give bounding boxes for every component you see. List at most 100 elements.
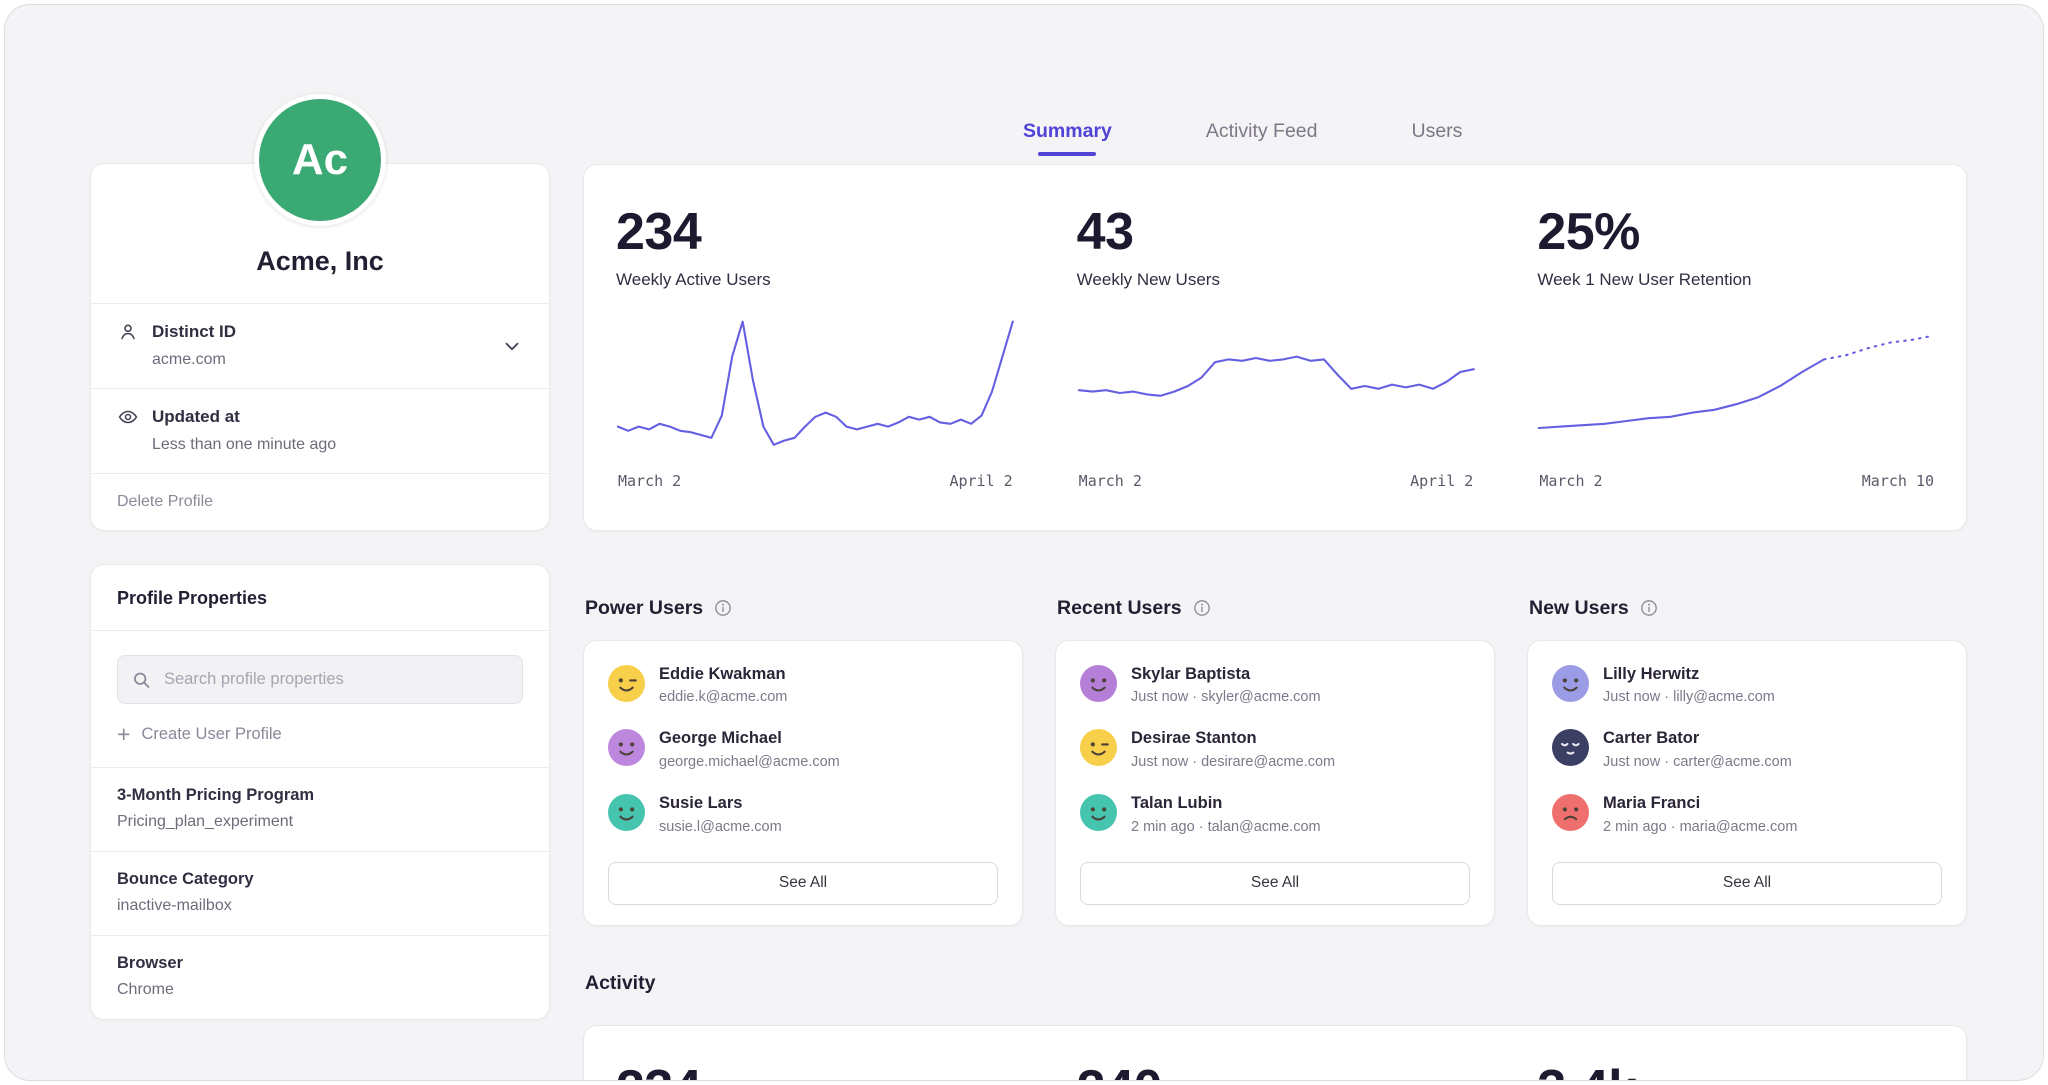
user-row[interactable]: Skylar Baptista Just now · skyler@acme.co… bbox=[1080, 665, 1470, 706]
user-text: Eddie Kwakman eddie.k@acme.com bbox=[659, 665, 787, 706]
user-name: Maria Franci bbox=[1603, 794, 1797, 814]
search-profile-properties-input[interactable] bbox=[117, 655, 523, 704]
user-row[interactable]: George Michaelgeorge.michael@acme.com bbox=[608, 729, 998, 770]
profile-property-row-browser: BrowserChrome bbox=[91, 935, 549, 1019]
see-all-button[interactable]: See All bbox=[1552, 862, 1942, 905]
metric-label: Weekly New Users bbox=[1077, 270, 1476, 290]
user-row[interactable]: Carter BatorJust now · carter@acme.com bbox=[1552, 729, 1942, 770]
user-detail: susie.l@acme.com bbox=[659, 819, 782, 835]
chart-x-axis: March 2 April 2 bbox=[616, 466, 1015, 530]
delete-profile-row: Delete Profile bbox=[91, 473, 549, 530]
user-detail: 2 min ago · maria@acme.com bbox=[1603, 819, 1797, 835]
activity-section-title: Activity bbox=[585, 972, 1967, 995]
user-row[interactable]: Lilly Herwitz Just now · lilly@acme.com bbox=[1552, 665, 1942, 706]
profile-property-value: Chrome bbox=[117, 981, 523, 999]
avatar bbox=[1552, 665, 1589, 702]
chevron-down-icon[interactable] bbox=[501, 335, 523, 357]
profile-property-label: 3-Month Pricing Program bbox=[117, 786, 523, 805]
avatar bbox=[608, 794, 645, 831]
avatar bbox=[1080, 729, 1117, 766]
info-icon[interactable] bbox=[713, 598, 733, 618]
axis-start-label: March 2 bbox=[1539, 472, 1602, 490]
metric-week-1-new-user-retention: 25%Week 1 New User RetentionMarch 2March… bbox=[1505, 205, 1966, 530]
avatar bbox=[608, 729, 645, 766]
create-user-profile-button[interactable]: + Create User Profile bbox=[117, 723, 282, 746]
user-name: Skylar Baptista bbox=[1131, 665, 1321, 685]
user-list-title: New Users bbox=[1529, 597, 1967, 620]
axis-end-label: April 2 bbox=[949, 472, 1012, 490]
user-list-card: Skylar Baptista Just now · skyler@acme.co… bbox=[1055, 640, 1495, 926]
tab-summary[interactable]: Summary bbox=[1023, 120, 1112, 143]
user-row[interactable]: Susie Larssusie.l@acme.com bbox=[608, 794, 998, 835]
app-frame: Ac Acme, Inc Distinct IDacme.comUpdated … bbox=[4, 4, 2044, 1081]
user-detail: 2 min ago · talan@acme.com bbox=[1131, 819, 1321, 835]
axis-start-label: March 2 bbox=[1079, 472, 1142, 490]
user-name: Talan Lubin bbox=[1131, 794, 1321, 814]
metric-weekly-active-users: 234Weekly Active UsersMarch 2April 2 bbox=[584, 205, 1045, 530]
chart-x-axis: March 2 March 10 bbox=[1537, 466, 1936, 530]
user-row[interactable]: Desirae StantonJust now · desirare@acme.… bbox=[1080, 729, 1470, 770]
user-detail: eddie.k@acme.com bbox=[659, 689, 787, 705]
profile-properties-search bbox=[117, 655, 523, 704]
user-text: Susie Larssusie.l@acme.com bbox=[659, 794, 782, 835]
see-all-button[interactable]: See All bbox=[608, 862, 998, 905]
delete-profile-button[interactable]: Delete Profile bbox=[117, 493, 213, 510]
activity-metric: 234 bbox=[584, 1062, 1045, 1081]
user-detail: Just now · lilly@acme.com bbox=[1603, 689, 1775, 705]
metric-value: 25% bbox=[1537, 205, 1936, 260]
summary-stats-card: 234Weekly Active UsersMarch 2April 243We… bbox=[583, 164, 1967, 531]
user-name: Lilly Herwitz bbox=[1603, 665, 1775, 685]
axis-start-label: March 2 bbox=[618, 472, 681, 490]
user-row[interactable]: Eddie Kwakman eddie.k@acme.com bbox=[608, 665, 998, 706]
person-icon bbox=[117, 321, 139, 343]
sparkline-chart bbox=[1537, 308, 1936, 466]
tab-users[interactable]: Users bbox=[1412, 120, 1463, 143]
profile-tabs: Summary Activity Feed Users bbox=[583, 109, 1967, 153]
create-user-profile-label: Create User Profile bbox=[141, 725, 281, 744]
search-icon bbox=[131, 669, 152, 690]
profile-property-value: Pricing_plan_experiment bbox=[117, 813, 523, 831]
user-list-card: Lilly Herwitz Just now · lilly@acme.com Ca… bbox=[1527, 640, 1967, 926]
sparkline-chart bbox=[616, 308, 1015, 466]
profile-main: SummaryActivity FeedUsers 234Weekly Acti… bbox=[583, 109, 1967, 1081]
info-icon[interactable] bbox=[1192, 598, 1212, 618]
profile-field-row-updated-at: Updated atLess than one minute ago bbox=[91, 388, 549, 473]
metric-label: Week 1 New User Retention bbox=[1537, 270, 1936, 290]
user-detail: Just now · skyler@acme.com bbox=[1131, 689, 1321, 705]
profile-property-label: Bounce Category bbox=[117, 870, 523, 889]
user-row[interactable]: Maria Franci 2 min ago · maria@acme.com bbox=[1552, 794, 1942, 835]
user-list-title-text: New Users bbox=[1529, 597, 1629, 620]
user-text: Lilly Herwitz Just now · lilly@acme.com bbox=[1603, 665, 1775, 706]
user-name: Eddie Kwakman bbox=[659, 665, 787, 685]
user-name: George Michael bbox=[659, 729, 840, 749]
tab-activity-feed[interactable]: Activity Feed bbox=[1206, 120, 1318, 143]
activity-card: 234 240 3.4k bbox=[583, 1025, 1967, 1081]
metric-value: 234 bbox=[616, 205, 1015, 260]
user-row[interactable]: Talan Lubin 2 min ago · talan@acme.com bbox=[1080, 794, 1470, 835]
user-list-title: Power Users bbox=[585, 597, 1023, 620]
see-all-button[interactable]: See All bbox=[1080, 862, 1470, 905]
user-text: Maria Franci 2 min ago · maria@acme.com bbox=[1603, 794, 1797, 835]
activity-stat-value: 3.4k bbox=[1537, 1062, 1936, 1081]
eye-icon bbox=[117, 406, 139, 428]
user-list-title-text: Power Users bbox=[585, 597, 703, 620]
profile-field-value: acme.com bbox=[152, 351, 523, 369]
profile-field-label: Updated at bbox=[152, 407, 240, 427]
user-text: George Michaelgeorge.michael@acme.com bbox=[659, 729, 840, 770]
avatar bbox=[1552, 729, 1589, 766]
user-list-new-users: New Users Lilly Herwitz Just now · lilly@a… bbox=[1527, 597, 1967, 926]
profile-property-value: inactive-mailbox bbox=[117, 897, 523, 915]
axis-end-label: March 10 bbox=[1862, 472, 1934, 490]
user-name: Carter Bator bbox=[1603, 729, 1792, 749]
profile-sidebar: Ac Acme, Inc Distinct IDacme.comUpdated … bbox=[90, 94, 550, 1020]
user-list-card: Eddie Kwakman eddie.k@acme.com George Mich… bbox=[583, 640, 1023, 926]
info-icon[interactable] bbox=[1639, 598, 1659, 618]
sparkline-chart bbox=[1077, 308, 1476, 466]
profile-properties-card: Profile Properties + Create User Profile… bbox=[90, 564, 550, 1020]
company-avatar: Ac bbox=[254, 94, 386, 226]
metric-weekly-new-users: 43 Weekly New Users March 2April 2 bbox=[1045, 205, 1506, 530]
chart-x-axis: March 2April 2 bbox=[1077, 466, 1476, 530]
activity-stat-value: 240 bbox=[1077, 1062, 1476, 1081]
metric-value: 43 bbox=[1077, 205, 1476, 260]
user-name: Desirae Stanton bbox=[1131, 729, 1335, 749]
